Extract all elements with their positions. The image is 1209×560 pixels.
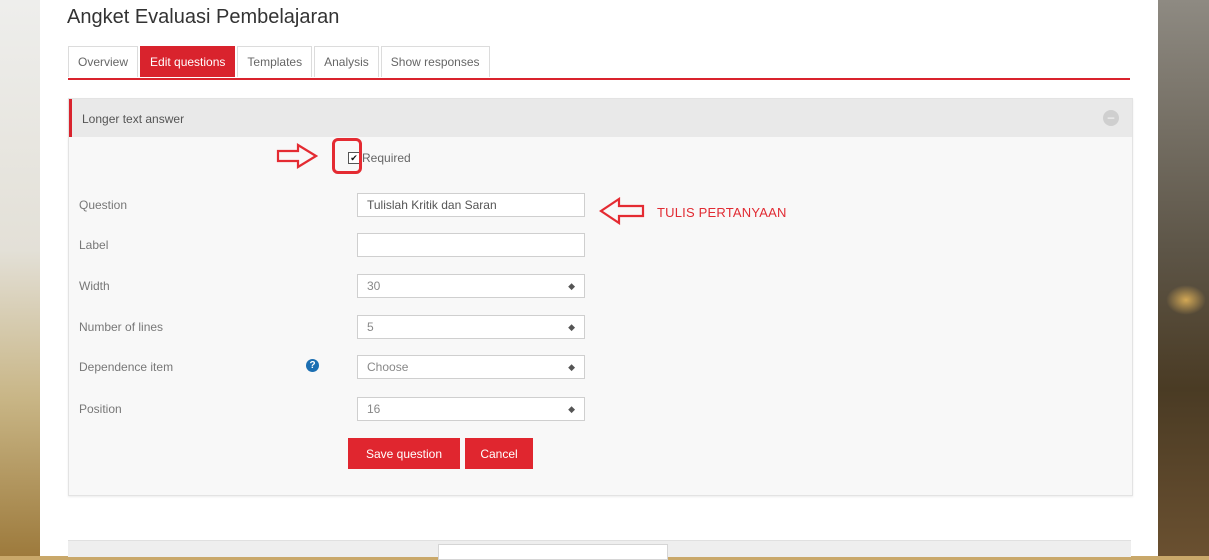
background-right: [1158, 0, 1209, 556]
tab-edit-questions[interactable]: Edit questions: [140, 46, 236, 77]
position-select[interactable]: 16 ◆: [357, 397, 585, 421]
label-row: Label: [79, 233, 1119, 259]
page-title: Angket Evaluasi Pembelajaran: [67, 6, 340, 28]
width-select[interactable]: 30 ◆: [357, 274, 585, 298]
select-arrows-icon: ◆: [568, 404, 575, 414]
next-item-strip: [68, 540, 1131, 560]
position-row: Position 16 ◆: [79, 397, 1119, 423]
save-question-button[interactable]: Save question: [348, 438, 460, 469]
dependence-select[interactable]: Choose ◆: [357, 355, 585, 379]
arrow-right-annotation-icon: [276, 143, 318, 169]
highlight-annotation-box: [332, 138, 362, 174]
select-arrows-icon: ◆: [568, 362, 575, 372]
width-select-value: 30: [367, 279, 381, 293]
tab-show-responses[interactable]: Show responses: [380, 46, 490, 77]
annotation-text: TULIS PERTANYAAN: [657, 205, 787, 220]
background-left: [0, 0, 40, 556]
lines-row: Number of lines 5 ◆: [79, 315, 1119, 341]
page: Angket Evaluasi Pembelajaran Overview Ed…: [40, 0, 1158, 560]
dependence-label: Dependence item: [79, 360, 174, 374]
label-input[interactable]: [357, 233, 585, 257]
dependence-row: Dependence item ? Choose ◆: [79, 355, 1119, 381]
width-row: Width 30 ◆: [79, 274, 1119, 300]
tab-bar: Overview Edit questions Templates Analys…: [68, 46, 1130, 80]
lines-select-value: 5: [367, 320, 374, 334]
cancel-button[interactable]: Cancel: [465, 438, 533, 469]
tab-templates[interactable]: Templates: [237, 46, 313, 77]
lines-label: Number of lines: [79, 320, 164, 334]
panel-header: Longer text answer –: [69, 99, 1132, 137]
select-arrows-icon: ◆: [568, 322, 575, 332]
label-label: Label: [79, 238, 109, 252]
question-input[interactable]: [357, 193, 585, 217]
minus-circle-icon[interactable]: –: [1103, 110, 1119, 126]
position-label: Position: [79, 402, 122, 416]
tab-overview[interactable]: Overview: [68, 46, 139, 77]
dependence-select-value: Choose: [367, 360, 409, 374]
required-label: Required: [362, 151, 411, 165]
panel-header-title: Longer text answer: [82, 112, 185, 126]
add-question-select[interactable]: [438, 544, 668, 560]
position-select-value: 16: [367, 402, 381, 416]
question-panel: Longer text answer – ✔ Required Question…: [68, 98, 1133, 496]
lines-select[interactable]: 5 ◆: [357, 315, 585, 339]
tab-analysis[interactable]: Analysis: [314, 46, 379, 77]
question-label: Question: [79, 198, 128, 212]
help-icon[interactable]: ?: [306, 359, 319, 372]
arrow-left-annotation-icon: [599, 197, 645, 225]
select-arrows-icon: ◆: [568, 281, 575, 291]
width-label: Width: [79, 279, 110, 293]
